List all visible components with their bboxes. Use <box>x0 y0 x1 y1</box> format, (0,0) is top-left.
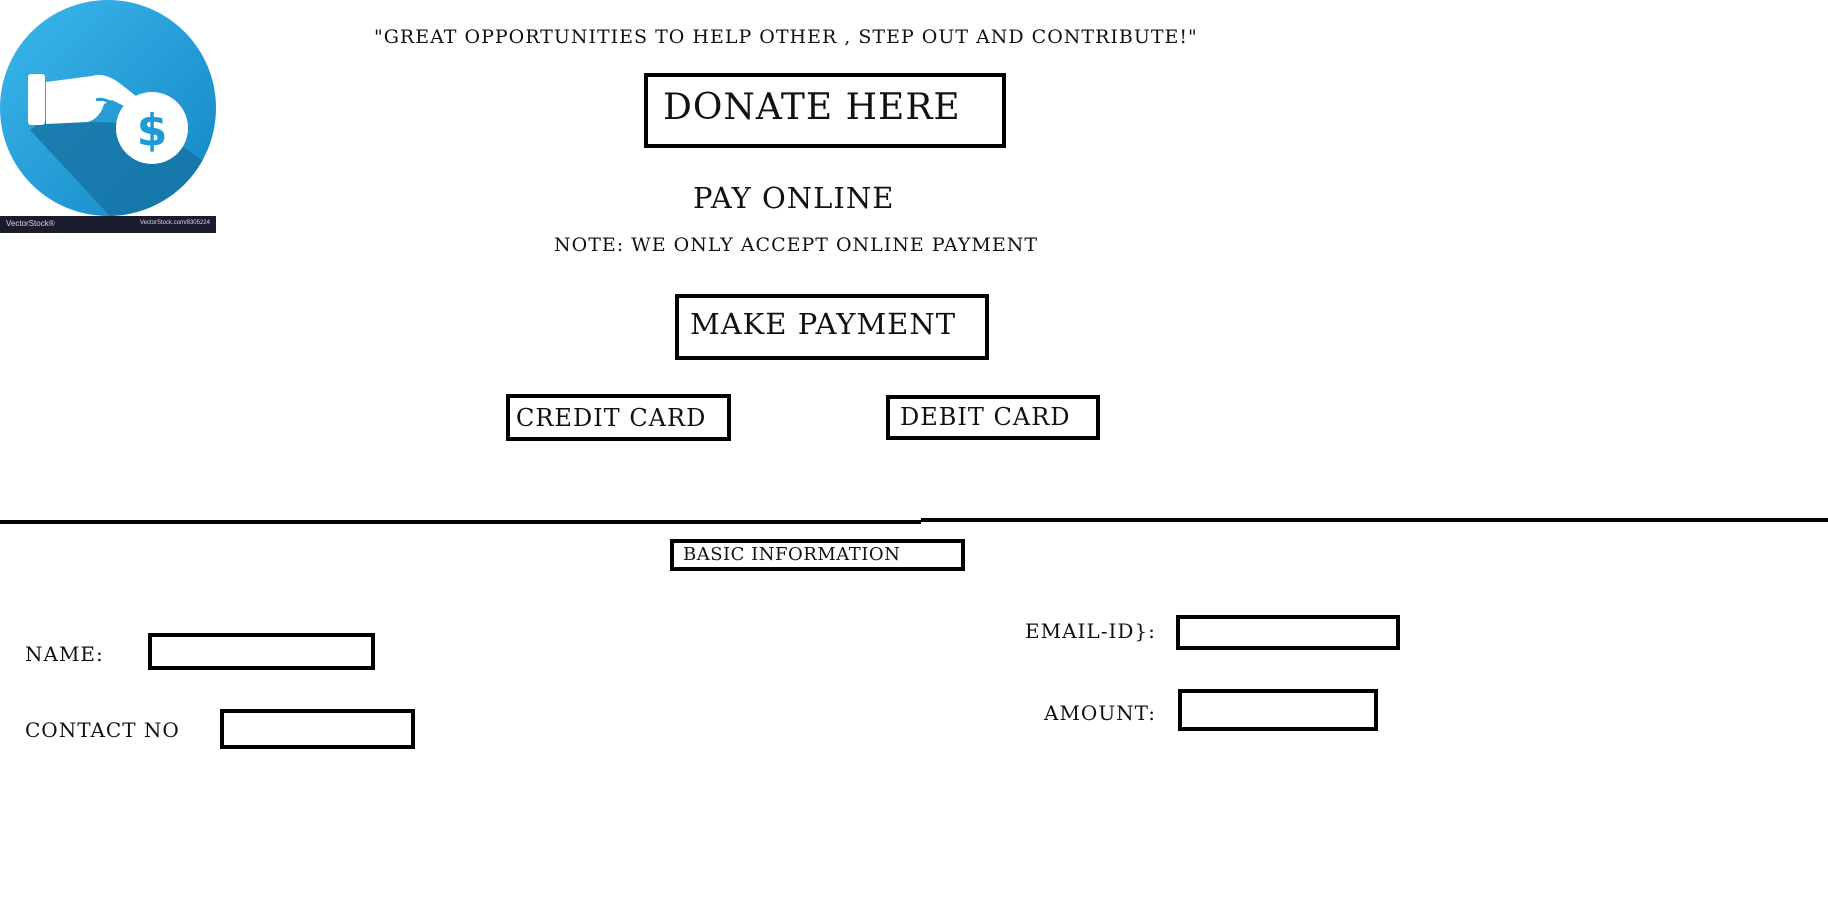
donate-here-button[interactable]: DONATE HERE <box>644 73 1006 148</box>
logo: $ VectorStock® VectorStock.com/8305224 <box>0 0 216 233</box>
contact-no-label: CONTACT NO <box>25 718 180 742</box>
email-id-input[interactable] <box>1176 615 1400 650</box>
watermark-strip: VectorStock® VectorStock.com/8305224 <box>0 216 216 233</box>
basic-information-heading: BASIC INFORMATION <box>670 539 965 571</box>
slogan: "GREAT OPPORTUNITIES TO HELP OTHER , STE… <box>374 26 1198 48</box>
debit-card-button[interactable]: DEBIT CARD <box>886 395 1100 440</box>
payment-note: NOTE: WE ONLY ACCEPT ONLINE PAYMENT <box>554 234 1038 256</box>
make-payment-button[interactable]: MAKE PAYMENT <box>675 294 989 360</box>
contact-no-input[interactable] <box>220 709 415 749</box>
credit-card-button[interactable]: CREDIT CARD <box>506 394 731 441</box>
email-id-label: EMAIL-ID}: <box>1025 619 1156 643</box>
name-label: NAME: <box>25 642 104 666</box>
amount-input[interactable] <box>1178 689 1378 731</box>
watermark-right: VectorStock.com/8305224 <box>139 220 210 226</box>
hand-dollar-coin-icon: $ <box>0 0 216 216</box>
name-input[interactable] <box>148 633 375 670</box>
amount-label: AMOUNT: <box>1044 701 1157 725</box>
pay-online-heading: PAY ONLINE <box>693 181 895 215</box>
section-divider-right <box>921 518 1828 522</box>
svg-text:$: $ <box>137 105 168 156</box>
section-divider-left <box>0 520 921 524</box>
watermark-left: VectorStock® <box>6 219 55 228</box>
